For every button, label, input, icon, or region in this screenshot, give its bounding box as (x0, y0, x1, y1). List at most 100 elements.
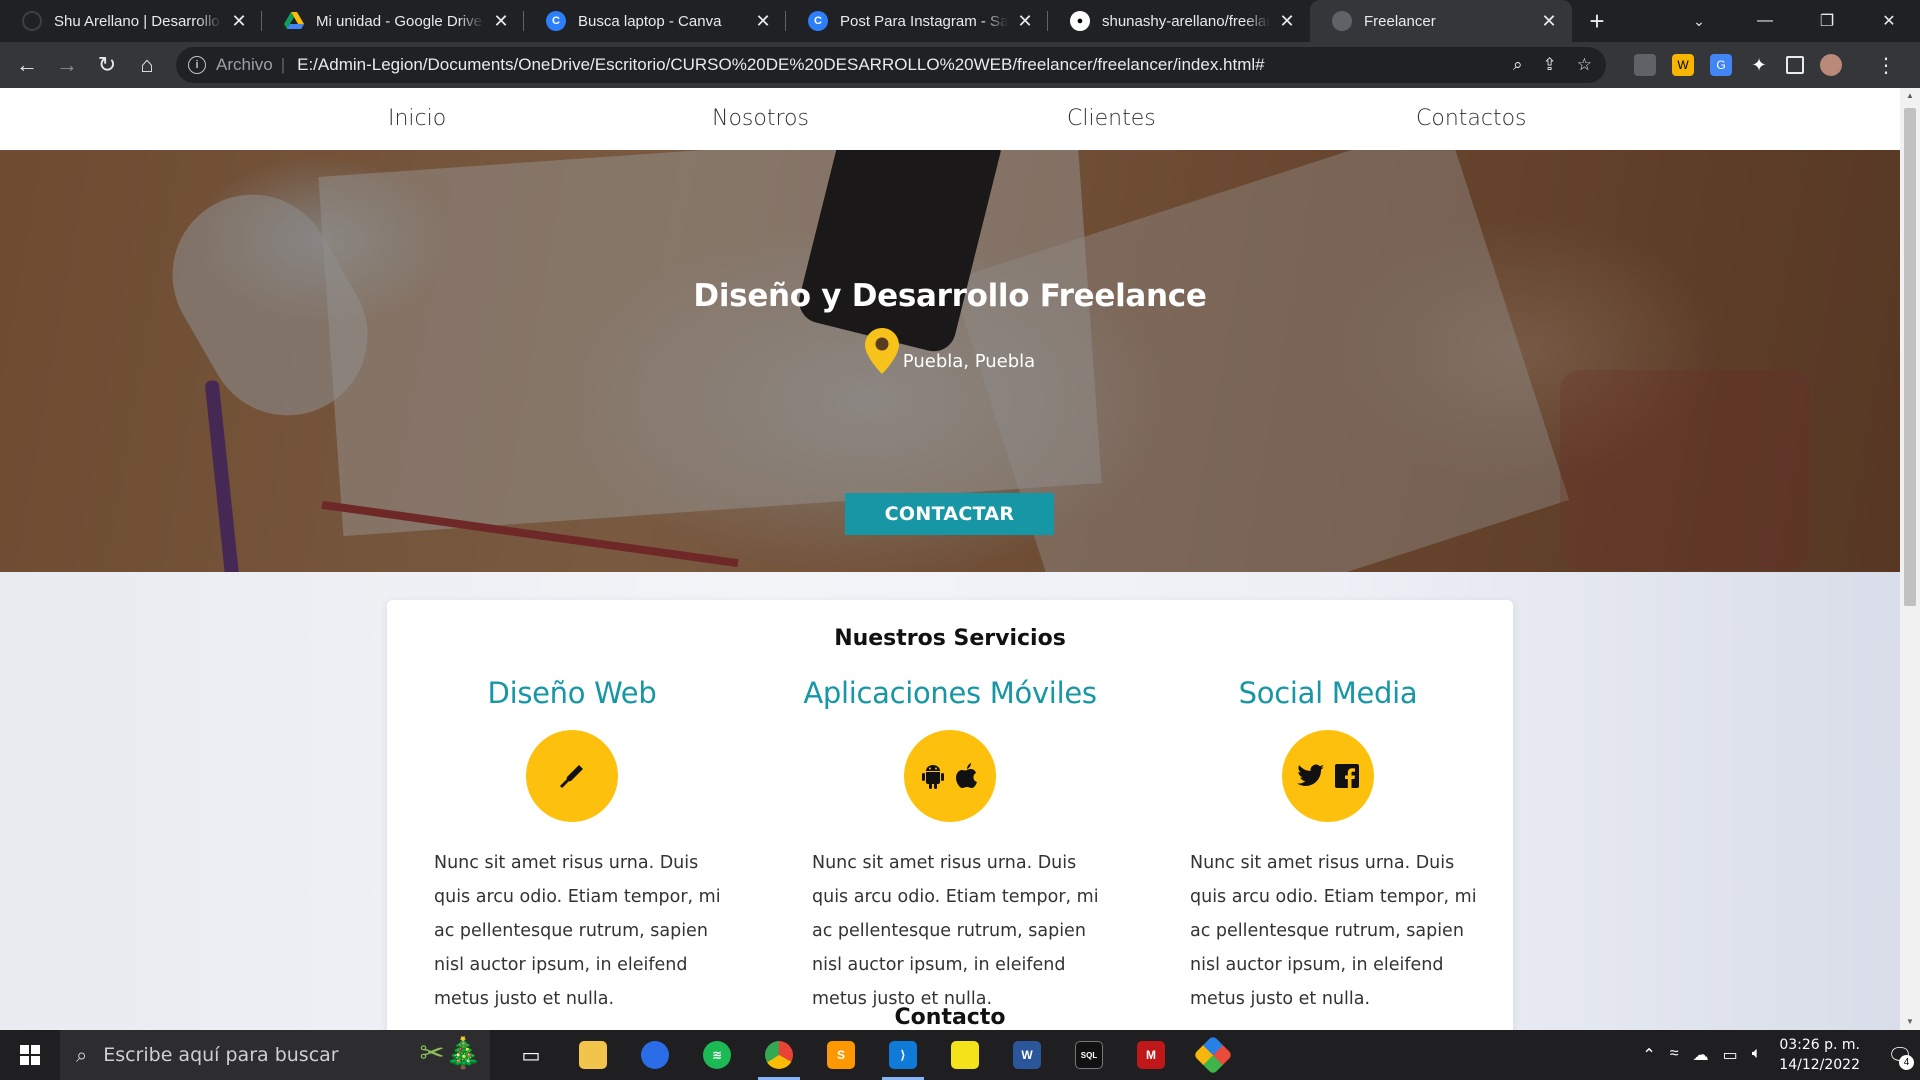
facebook-icon (1335, 764, 1359, 788)
extension-gray-icon[interactable] (1634, 54, 1656, 76)
location-text: Puebla, Puebla (902, 351, 1036, 372)
url-text[interactable]: E:/Admin-Legion/Documents/OneDrive/Escri… (297, 55, 1265, 75)
volume-icon[interactable]: 🔈︎ (1752, 1045, 1762, 1065)
taskbar-search[interactable]: ⌕ Escribe aquí para buscar ✂🎄 (60, 1030, 490, 1080)
battery-icon[interactable]: ▭ (1723, 1045, 1738, 1065)
close-icon[interactable]: ✕ (492, 11, 510, 32)
translate-icon[interactable]: G (1710, 54, 1732, 76)
scrollbar-thumb[interactable] (1904, 108, 1916, 606)
system-clock[interactable]: 03:26 p. m. 14/12/2022 (1779, 1035, 1860, 1075)
firefox-icon[interactable] (624, 1030, 686, 1080)
notification-count: 4 (1899, 1055, 1914, 1070)
tab-title: Busca laptop - Canva (578, 12, 722, 30)
service-description: Nunc sit amet risus urna. Duis quis arcu… (434, 853, 721, 1009)
star-icon[interactable]: ☆ (1577, 55, 1592, 75)
chevron-down-icon[interactable]: ⌄ (1674, 0, 1724, 42)
browser-tab[interactable]: C Busca laptop - Canva ✕ (524, 0, 786, 42)
scroll-down-icon[interactable]: ▼ (1900, 1014, 1920, 1030)
globe-icon (1332, 11, 1352, 31)
sticky-notes-icon[interactable] (934, 1030, 996, 1080)
spotify-icon[interactable]: ≋ (686, 1030, 748, 1080)
wifi-icon[interactable]: ≈ (1670, 1045, 1679, 1065)
windows-taskbar: ⌕ Escribe aquí para buscar ✂🎄 ▭ ≋ S ⟩ W … (0, 1030, 1920, 1080)
minimize-icon[interactable]: — (1734, 0, 1796, 42)
google-drive-icon (284, 11, 304, 31)
service-icon-circle (1282, 730, 1374, 822)
restore-icon[interactable]: ❐ (1796, 0, 1858, 42)
service-icon-circle (526, 730, 618, 822)
chevron-up-icon[interactable]: ⌃ (1642, 1045, 1655, 1065)
close-icon[interactable]: ✕ (1016, 11, 1034, 32)
back-arrow-icon[interactable]: ← (7, 45, 47, 85)
search-highlight-icon: ✂🎄 (419, 1036, 483, 1071)
task-view-icon[interactable]: ▭ (500, 1030, 562, 1080)
sublime-text-icon[interactable]: S (810, 1030, 872, 1080)
new-tab-button[interactable]: + (1572, 0, 1622, 42)
close-icon[interactable]: ✕ (230, 11, 248, 32)
git-icon[interactable] (1182, 1030, 1244, 1080)
nav-nosotros[interactable]: Nosotros (712, 88, 809, 150)
close-window-icon[interactable]: ✕ (1858, 0, 1920, 42)
contactar-button[interactable]: CONTACTAR (845, 493, 1054, 535)
mysql-icon[interactable]: SQL (1058, 1030, 1120, 1080)
browser-tab[interactable]: ● shunashy-arellano/freelanc ✕ (1048, 0, 1310, 42)
word-icon[interactable]: W (996, 1030, 1058, 1080)
sidepanel-icon[interactable] (1786, 56, 1804, 74)
pen-icon (559, 765, 583, 789)
forward-arrow-icon[interactable]: → (47, 45, 87, 85)
browser-tab[interactable]: Mi unidad - Google Drive ✕ (262, 0, 524, 42)
hero-banner: Diseño y Desarrollo Freelance Puebla, Pu… (0, 150, 1900, 572)
close-icon[interactable]: ✕ (1540, 11, 1558, 32)
reload-icon[interactable]: ↻ (87, 45, 127, 85)
nav-clientes[interactable]: Clientes (1067, 88, 1156, 150)
mcafee-icon[interactable]: M (1120, 1030, 1182, 1080)
windows-logo-icon (20, 1045, 40, 1065)
page-viewport: Inicio Nosotros Clientes Contactos Diseñ… (0, 88, 1900, 1030)
share-icon[interactable]: ⇪ (1543, 55, 1557, 75)
tab-title: Freelancer (1364, 12, 1436, 30)
circle-icon (22, 11, 42, 31)
tab-strip: Shu Arellano | Desarrollo W ✕ Mi unidad … (0, 0, 1920, 42)
puzzle-icon[interactable]: ✦ (1748, 54, 1770, 76)
home-icon[interactable]: ⌂ (127, 45, 167, 85)
service-description: Nunc sit amet risus urna. Duis quis arcu… (1190, 853, 1477, 1009)
browser-tab-active[interactable]: Freelancer ✕ (1310, 0, 1572, 42)
service-social-media: Social Media Nunc sit amet risus urna. D… (1163, 676, 1493, 1016)
hero-location: Puebla, Puebla (0, 328, 1900, 374)
contact-title: Contacto (894, 1005, 1006, 1030)
tab-title: Shu Arellano | Desarrollo W (54, 12, 222, 30)
scheme-label: Archivo (216, 55, 273, 74)
extension-w-icon[interactable]: W (1672, 54, 1694, 76)
info-icon[interactable]: i (188, 56, 206, 74)
file-explorer-icon[interactable] (562, 1030, 624, 1080)
cloud-icon[interactable]: ☁ (1693, 1045, 1709, 1065)
close-icon[interactable]: ✕ (754, 11, 772, 32)
tab-title: Mi unidad - Google Drive (316, 12, 482, 30)
menu-icon[interactable]: ⋮ (1876, 47, 1896, 83)
service-diseno-web: Diseño Web Nunc sit amet risus urna. Dui… (407, 676, 737, 1016)
address-bar[interactable]: i Archivo | E:/Admin-Legion/Documents/On… (176, 47, 1606, 83)
browser-toolbar: ← → ↻ ⌂ i Archivo | E:/Admin-Legion/Docu… (0, 42, 1920, 88)
close-icon[interactable]: ✕ (1278, 11, 1296, 32)
zoom-icon[interactable]: ⌕ (1513, 55, 1523, 75)
android-icon (922, 765, 944, 789)
chrome-icon[interactable] (748, 1030, 810, 1080)
site-nav: Inicio Nosotros Clientes Contactos (0, 88, 1900, 150)
nav-contactos[interactable]: Contactos (1416, 88, 1527, 150)
nav-inicio[interactable]: Inicio (388, 88, 446, 150)
avatar[interactable] (1820, 54, 1842, 76)
services-card: Nuestros Servicios Diseño Web Nunc sit a… (387, 600, 1513, 1030)
browser-tab[interactable]: C Post Para Instagram - Sale V ✕ (786, 0, 1048, 42)
windows-start-button[interactable] (0, 1030, 60, 1080)
map-pin-icon (864, 328, 899, 374)
browser-tab[interactable]: Shu Arellano | Desarrollo W ✕ (0, 0, 262, 42)
page-scrollbar[interactable]: ▲ ▼ (1900, 88, 1920, 1030)
notifications-button[interactable]: 🗨︎ 4 (1880, 1030, 1920, 1080)
canva-icon: C (808, 11, 828, 31)
service-aplicaciones-moviles: Aplicaciones Móviles Nunc sit amet risus… (785, 676, 1115, 1016)
vscode-icon[interactable]: ⟩ (872, 1030, 934, 1080)
tab-title: shunashy-arellano/freelanc (1102, 12, 1270, 30)
canva-icon: C (546, 11, 566, 31)
github-icon: ● (1070, 11, 1090, 31)
scroll-up-icon[interactable]: ▲ (1900, 88, 1920, 104)
